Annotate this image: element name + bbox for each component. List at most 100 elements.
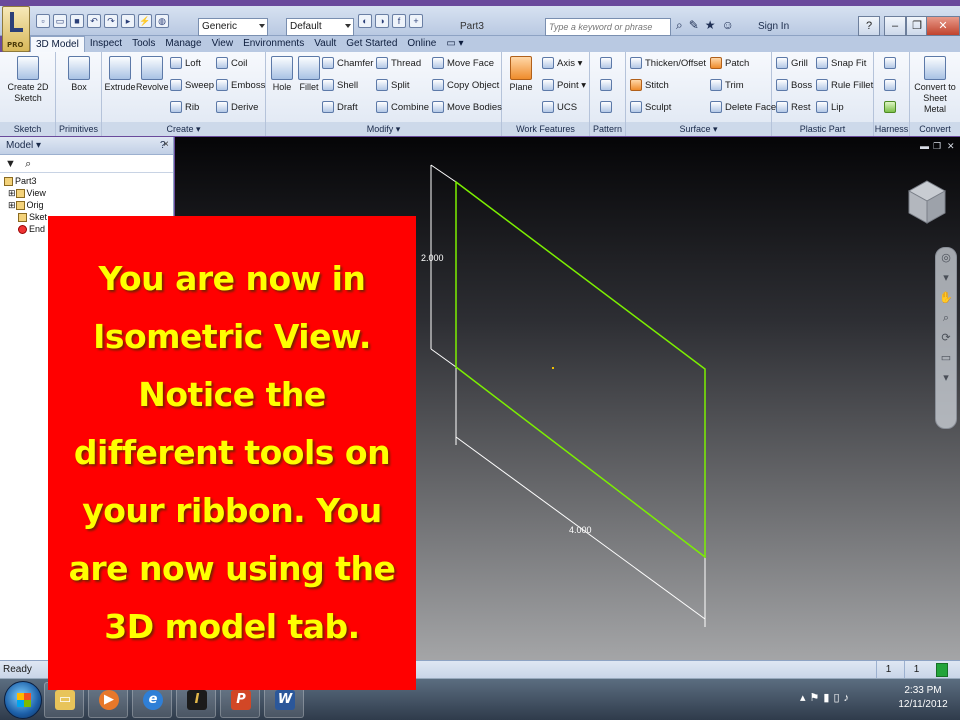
tab-online[interactable]: Online [402, 36, 441, 52]
delete-face-button[interactable]: Delete Face [710, 100, 776, 118]
open-icon[interactable]: ▭ [53, 14, 67, 28]
tab-tools[interactable]: Tools [127, 36, 160, 52]
help-button[interactable]: ? [858, 16, 880, 36]
redo-icon[interactable]: ↷ [104, 14, 118, 28]
draft-button[interactable]: Draft [322, 100, 358, 118]
create-group-label[interactable]: Create ▾ [102, 122, 265, 136]
fx-icon[interactable]: f [392, 14, 406, 28]
appearance-dropdown[interactable]: Default [286, 18, 354, 36]
battery-icon[interactable]: ▯ [833, 692, 843, 704]
modify-group-label[interactable]: Modify ▾ [266, 122, 501, 136]
loft-button[interactable]: Loft [170, 56, 201, 74]
boss-button[interactable]: Boss [776, 78, 812, 96]
plus-icon[interactable]: + [409, 14, 423, 28]
rest-button[interactable]: Rest [776, 100, 811, 118]
tab-get-started[interactable]: Get Started [341, 36, 402, 52]
snap-fit-button[interactable]: Snap Fit [816, 56, 866, 74]
nav-options-icon[interactable]: ▾ [936, 368, 956, 388]
axis-button[interactable]: Axis ▾ [542, 56, 582, 74]
orbit-icon[interactable]: ⟳ [936, 328, 956, 348]
rule-fillet-button[interactable]: Rule Fillet [816, 78, 873, 96]
move-bodies-button[interactable]: Move Bodies [432, 100, 502, 118]
minimize-button[interactable]: – [884, 16, 906, 36]
binoculars-icon[interactable]: ⌕ [676, 18, 683, 33]
filter-icon[interactable]: ▼ [5, 158, 16, 170]
volume-icon[interactable]: ♪ [844, 692, 854, 704]
update-icon[interactable]: ⚡ [138, 14, 152, 28]
search-input[interactable]: Type a keyword or phrase [545, 18, 671, 36]
view-cube-icon[interactable] [905, 177, 949, 237]
harness-tool-2-button[interactable] [884, 78, 899, 96]
revolve-button[interactable]: Revolve [136, 56, 169, 93]
patch-button[interactable]: Patch [710, 56, 749, 74]
rectangular-pattern-button[interactable] [600, 56, 615, 74]
plane-button[interactable]: Plane [506, 56, 536, 93]
emboss-button[interactable]: Emboss [216, 78, 265, 96]
coil-button[interactable]: Coil [216, 56, 247, 74]
close-button[interactable]: ✕ [926, 16, 960, 36]
harness-tool-1-button[interactable] [884, 56, 899, 74]
circular-pattern-button[interactable] [600, 78, 615, 96]
viewport-restore-icon[interactable]: ❐ [933, 141, 941, 152]
tab-3d-model[interactable]: 3D Model [30, 36, 85, 52]
split-button[interactable]: Split [376, 78, 409, 96]
ribbon-options-icon[interactable]: ▭ ▾ [441, 36, 468, 52]
undo-icon[interactable]: ↶ [87, 14, 101, 28]
grill-button[interactable]: Grill [776, 56, 808, 74]
look-at-icon[interactable]: ▭ [936, 348, 956, 368]
signin-link[interactable]: Sign In [758, 18, 789, 36]
viewport-minimize-icon[interactable]: ▬ [920, 141, 929, 151]
move-face-button[interactable]: Move Face [432, 56, 494, 74]
tree-item-part[interactable]: Part3 [4, 175, 173, 187]
browser-close-icon[interactable]: × [163, 139, 169, 150]
lip-button[interactable]: Lip [816, 100, 844, 118]
tree-item-origin[interactable]: ⊞ Orig [4, 199, 173, 211]
new-icon[interactable]: ▫ [36, 14, 50, 28]
steering-wheel-icon[interactable]: ◎ [936, 248, 956, 268]
star-icon[interactable]: ★ [705, 18, 716, 33]
fillet-button[interactable]: Fillet [296, 56, 322, 93]
taskbar-clock[interactable]: 2:33 PM 12/11/2012 [895, 684, 951, 712]
application-menu-button[interactable]: PRO [2, 6, 30, 52]
start-button[interactable] [4, 681, 42, 719]
user-icon[interactable]: ☺ [722, 18, 734, 33]
ucs-button[interactable]: UCS [542, 100, 577, 118]
derive-button[interactable]: Derive [216, 100, 258, 118]
chevron-down-icon[interactable]: ▾ [936, 268, 956, 288]
find-icon[interactable]: ⌕ [25, 158, 31, 170]
sculpt-button[interactable]: Sculpt [630, 100, 671, 118]
flag-icon[interactable]: ⚑ [810, 692, 824, 704]
trim-button[interactable]: Trim [710, 78, 744, 96]
zoom-icon[interactable]: ⌕ [936, 308, 956, 328]
restore-button[interactable]: ❐ [906, 16, 928, 36]
box-button[interactable]: Box [64, 56, 94, 93]
wrench-icon[interactable]: ✎ [689, 18, 699, 33]
chamfer-button[interactable]: Chamfer [322, 56, 373, 74]
tab-manage[interactable]: Manage [160, 36, 206, 52]
save-icon[interactable]: ■ [70, 14, 84, 28]
tab-vault[interactable]: Vault [309, 36, 341, 52]
pan-icon[interactable]: ✋ [936, 288, 956, 308]
tree-item-view[interactable]: ⊞ View [4, 187, 173, 199]
select-icon[interactable]: ▸ [121, 14, 135, 28]
sketch-rectangle[interactable] [455, 180, 706, 559]
mirror-button[interactable] [600, 100, 615, 118]
stitch-button[interactable]: Stitch [630, 78, 669, 96]
dimension-width-label[interactable]: 4.000 [569, 525, 592, 535]
surface-group-label[interactable]: Surface ▾ [626, 122, 771, 136]
point-button[interactable]: Point ▾ [542, 78, 586, 96]
color-icon[interactable]: ◍ [155, 14, 169, 28]
shell-button[interactable]: Shell [322, 78, 358, 96]
clear-appearance-icon[interactable]: ◐ [358, 14, 372, 28]
thread-button[interactable]: Thread [376, 56, 421, 74]
rib-button[interactable]: Rib [170, 100, 199, 118]
network-icon[interactable]: ▮ [823, 692, 833, 704]
viewport-close-icon[interactable]: ✕ [947, 141, 955, 152]
harness-tool-3-button[interactable] [884, 100, 899, 118]
extrude-button[interactable]: Extrude [104, 56, 136, 93]
model-browser-header[interactable]: Model ▾ ? [0, 137, 173, 155]
dimension-height-label[interactable]: 2.000 [421, 253, 444, 263]
convert-to-sheet-metal-button[interactable]: Convert to Sheet Metal [912, 56, 958, 115]
tab-view[interactable]: View [207, 36, 239, 52]
tray-expand-icon[interactable]: ▴ [800, 692, 810, 704]
